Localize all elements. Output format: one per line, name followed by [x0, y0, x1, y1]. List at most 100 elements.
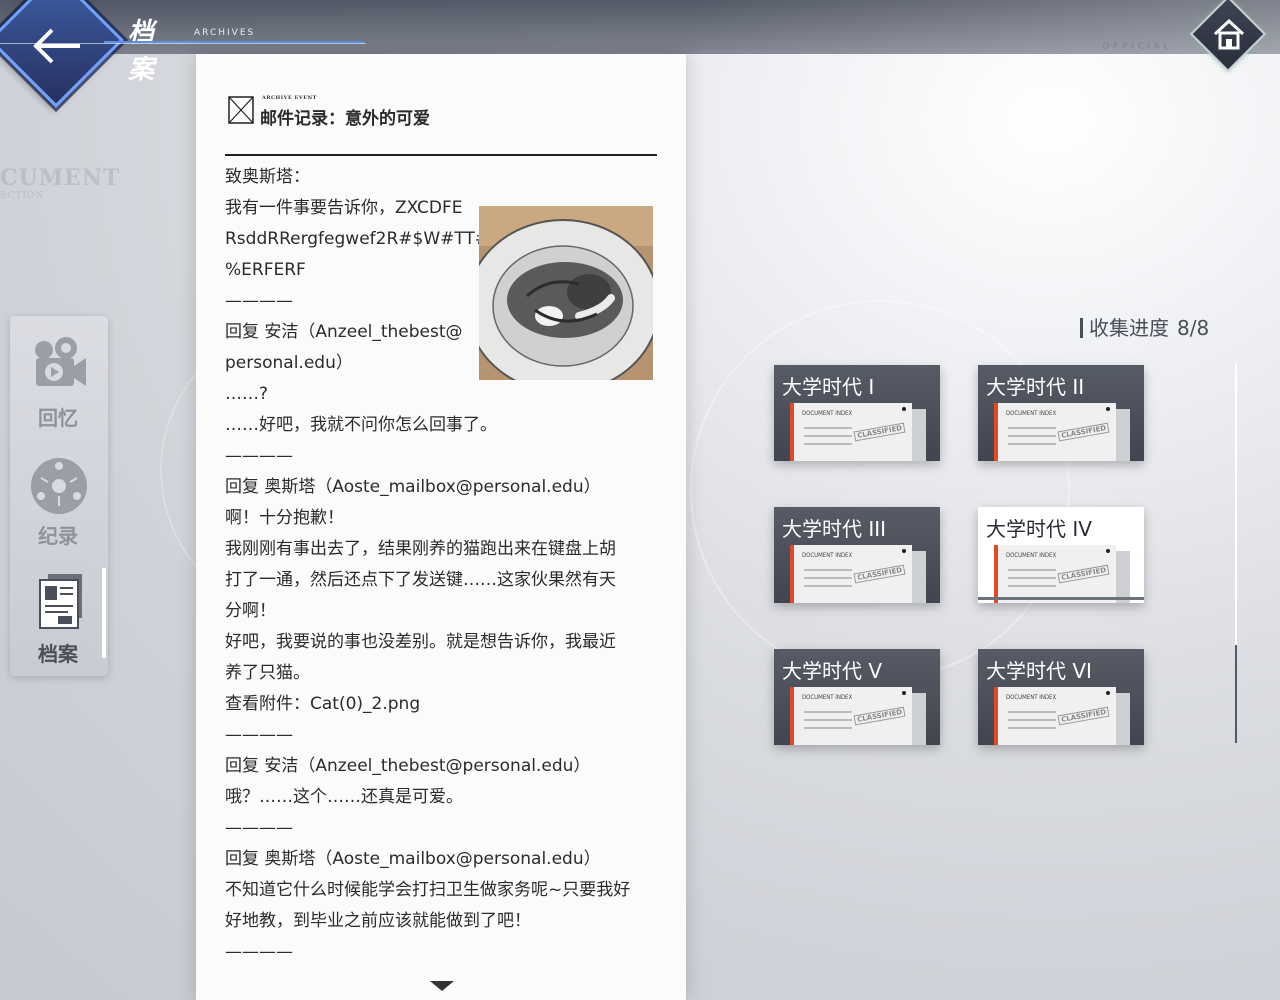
card-document-label: DOCUMENT INDEX — [802, 552, 853, 559]
document-line: 回复 奥斯塔（Aoste_mailbox@personal.edu） — [225, 477, 601, 497]
back-arrow-icon[interactable] — [26, 14, 90, 78]
card-dot — [1106, 691, 1110, 695]
nav-item-memories[interactable]: 回忆 — [10, 326, 108, 438]
card-scribble-line — [1008, 577, 1056, 579]
document-line: 啊！十分抱歉！ — [225, 508, 344, 528]
scroll-down-arrow-icon[interactable] — [430, 981, 454, 991]
archive-event-label: ARCHIVE EVENT — [262, 95, 317, 101]
archive-card[interactable]: DOCUMENT INDEX CLASSIFIED 大学时代 II — [978, 365, 1144, 461]
archive-card[interactable]: DOCUMENT INDEX CLASSIFIED 大学时代 IV — [978, 507, 1144, 603]
document-line: 不知道它什么时候能学会打扫卫生做家务呢~只要我好 — [225, 880, 631, 900]
side-navigation: 回忆 纪录 档案 — [10, 316, 108, 676]
home-icon[interactable] — [1209, 14, 1249, 54]
card-scribble-line — [804, 569, 852, 571]
camera-icon — [35, 337, 86, 386]
background-ring — [690, 300, 1070, 680]
document-line: RsddRRergfegwef2R#$W#TT# — [225, 229, 490, 249]
nav-label-memories: 回忆 — [38, 406, 78, 430]
card-scribble-line — [804, 727, 852, 729]
nav-item-archives[interactable]: 档案 — [10, 562, 108, 674]
top-bar-fade — [686, 0, 1280, 54]
card-selected-indicator — [978, 597, 1144, 600]
document-stack-icon — [39, 574, 82, 629]
nav-label-archives: 档案 — [38, 642, 78, 666]
official-watermark: OFFICIAL — [1102, 42, 1172, 52]
card-scribble-line — [804, 711, 852, 713]
card-scribble-line — [804, 577, 852, 579]
card-scribble-line — [1008, 585, 1056, 587]
card-document-label: DOCUMENT INDEX — [802, 410, 853, 417]
document-title: 邮件记录：意外的可爱 — [260, 109, 430, 129]
card-document-label: DOCUMENT INDEX — [1006, 410, 1057, 417]
card-scribble-line — [804, 585, 852, 587]
card-scrollbar-thumb[interactable] — [1235, 363, 1237, 645]
card-scribble-line — [1008, 443, 1056, 445]
document-line: ……好吧，我就不问你怎么回事了。 — [225, 415, 497, 435]
progress-value: 8/8 — [1177, 316, 1210, 340]
card-title: 大学时代 I — [782, 375, 875, 399]
card-title: 大学时代 IV — [986, 517, 1092, 541]
document-line: ———— — [225, 725, 293, 745]
nav-item-records[interactable]: 纪录 — [10, 444, 108, 556]
archive-card[interactable]: DOCUMENT INDEX CLASSIFIED 大学时代 VI — [978, 649, 1144, 745]
card-scribble-line — [804, 443, 852, 445]
card-dot — [902, 549, 906, 553]
document-line: 回复 奥斯塔（Aoste_mailbox@personal.edu） — [225, 849, 601, 869]
document-line: 打了一通，然后还点下了发送键……这家伙果然有天 — [225, 570, 616, 590]
card-scribble-line — [1008, 435, 1056, 437]
card-title: 大学时代 V — [782, 659, 883, 683]
document-line: personal.edu） — [225, 353, 353, 373]
document-line: 哦？……这个……还真是可爱。 — [225, 787, 463, 807]
nav-label-records: 纪录 — [38, 524, 78, 548]
card-scribble-line — [1008, 727, 1056, 729]
card-scribble-line — [804, 719, 852, 721]
card-dot — [1106, 407, 1110, 411]
card-scribble-line — [1008, 427, 1056, 429]
card-dot — [902, 691, 906, 695]
document-line: 回复 安洁（Anzeel_thebest@personal.edu） — [225, 756, 591, 776]
progress-marker — [1080, 318, 1083, 338]
cat-attachment-image — [479, 206, 653, 380]
document-line: 好地教，到毕业之前应该就能做到了吧！ — [225, 911, 531, 931]
document-line: 致奥斯塔： — [225, 167, 310, 187]
card-document-label: DOCUMENT INDEX — [1006, 694, 1057, 701]
nav-active-indicator — [102, 568, 106, 658]
document-line: 回复 安洁（Anzeel_thebest@ — [225, 322, 463, 342]
document-line: 查看附件：Cat(0)_2.png — [225, 694, 421, 714]
document-line: ———— — [225, 942, 293, 962]
card-dot — [902, 407, 906, 411]
archive-card[interactable]: DOCUMENT INDEX CLASSIFIED 大学时代 V — [774, 649, 940, 745]
title-underline — [0, 43, 366, 44]
card-scribble-line — [1008, 711, 1056, 713]
document-line: ……? — [225, 384, 269, 404]
card-title: 大学时代 VI — [986, 659, 1092, 683]
card-scribble-line — [804, 427, 852, 429]
document-line: 分啊！ — [225, 601, 276, 621]
film-reel-icon — [31, 458, 87, 514]
card-title: 大学时代 III — [782, 517, 887, 541]
card-document-label: DOCUMENT INDEX — [1006, 552, 1057, 559]
card-dot — [1106, 549, 1110, 553]
document-line: 养了只猫。 — [225, 663, 310, 683]
card-scribble-line — [1008, 719, 1056, 721]
background-ghost-text: CUMENT ECTION — [0, 165, 121, 201]
document-line: 好吧，我要说的事也没差别。就是想告诉你，我最近 — [225, 632, 616, 652]
document-line: ———— — [225, 818, 293, 838]
title-accent-line — [104, 41, 364, 43]
progress-label: 收集进度 — [1089, 316, 1169, 340]
card-document-label: DOCUMENT INDEX — [802, 694, 853, 701]
archive-card[interactable]: DOCUMENT INDEX CLASSIFIED 大学时代 III — [774, 507, 940, 603]
document-line: 我有一件事要告诉你，ZXCDFE — [225, 198, 463, 218]
document-line: 我刚刚有事出去了，结果刚养的猫跑出来在键盘上胡 — [225, 539, 616, 559]
page-title-text: 档案 — [128, 18, 156, 85]
collection-progress: 收集进度 8/8 — [1080, 312, 1209, 341]
document-line: %ERFERF — [225, 260, 306, 280]
document-panel[interactable]: ARCHIVE EVENT 邮件记录：意外的可爱 致奥斯塔： 我有一件事要告诉你，… — [196, 54, 686, 1000]
archive-card[interactable]: DOCUMENT INDEX CLASSIFIED 大学时代 I — [774, 365, 940, 461]
card-scribble-line — [1008, 569, 1056, 571]
card-title: 大学时代 II — [986, 375, 1085, 399]
mail-icon — [228, 96, 254, 124]
document-divider — [225, 154, 657, 156]
document-line: ———— — [225, 446, 293, 466]
card-scribble-line — [804, 435, 852, 437]
